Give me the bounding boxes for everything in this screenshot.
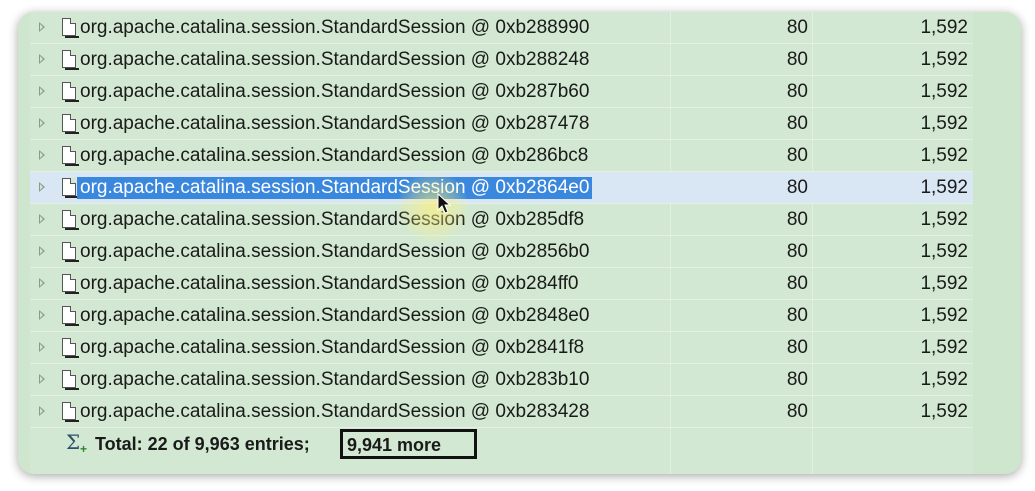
expand-triangle-icon[interactable]: [39, 118, 45, 128]
object-document-icon: [62, 146, 79, 166]
object-table: org.apache.catalina.session.StandardSess…: [30, 12, 973, 474]
object-document-icon: [62, 370, 79, 390]
mouse-pointer-icon: [437, 193, 451, 214]
expand-triangle-icon[interactable]: [39, 150, 45, 160]
total-label: Total: 22 of 9,963 entries;: [95, 434, 310, 454]
shallow-heap-value: 80: [786, 273, 808, 294]
retained-heap-value: 1,592: [920, 49, 968, 70]
object-document-icon: [62, 50, 79, 70]
table-row[interactable]: org.apache.catalina.session.StandardSess…: [30, 12, 973, 44]
object-document-icon: [62, 82, 79, 102]
shallow-heap-value: 80: [786, 209, 808, 230]
object-document-icon: [62, 18, 79, 38]
expand-triangle-icon[interactable]: [39, 86, 45, 96]
shallow-heap-value: 80: [786, 49, 808, 70]
object-name: org.apache.catalina.session.StandardSess…: [77, 177, 593, 199]
object-name: org.apache.catalina.session.StandardSess…: [80, 209, 585, 230]
object-name: org.apache.catalina.session.StandardSess…: [80, 337, 585, 358]
sigma-sum-icon: Σ: [66, 430, 81, 454]
shallow-heap-value: 80: [786, 145, 808, 166]
expand-triangle-icon[interactable]: [39, 310, 45, 320]
expand-triangle-icon[interactable]: [39, 214, 45, 224]
retained-heap-value: 1,592: [920, 337, 968, 358]
object-name: org.apache.catalina.session.StandardSess…: [80, 305, 590, 326]
table-row[interactable]: org.apache.catalina.session.StandardSess…: [30, 172, 973, 204]
retained-heap-value: 1,592: [920, 17, 968, 38]
retained-heap-value: 1,592: [920, 145, 968, 166]
expand-triangle-icon[interactable]: [39, 278, 45, 288]
retained-heap-value: 1,592: [920, 177, 968, 198]
table-row[interactable]: org.apache.catalina.session.StandardSess…: [30, 300, 973, 332]
shallow-heap-value: 80: [786, 113, 808, 134]
table-row[interactable]: org.apache.catalina.session.StandardSess…: [30, 140, 973, 172]
object-document-icon: [62, 274, 79, 294]
shallow-heap-value: 80: [786, 401, 808, 422]
expand-triangle-icon[interactable]: [39, 22, 45, 32]
plus-icon: +: [80, 442, 88, 456]
table-row[interactable]: org.apache.catalina.session.StandardSess…: [30, 108, 973, 140]
object-document-icon: [62, 338, 79, 358]
object-table-window: org.apache.catalina.session.StandardSess…: [18, 12, 1021, 474]
table-row[interactable]: org.apache.catalina.session.StandardSess…: [30, 76, 973, 108]
retained-heap-value: 1,592: [920, 273, 968, 294]
object-document-icon: [62, 306, 79, 326]
more-entries-label: 9,941 more: [347, 435, 442, 455]
more-entries-link[interactable]: 9,941 more: [340, 429, 477, 459]
object-name: org.apache.catalina.session.StandardSess…: [80, 17, 590, 38]
retained-heap-value: 1,592: [920, 305, 968, 326]
object-name: org.apache.catalina.session.StandardSess…: [80, 273, 579, 294]
shallow-heap-value: 80: [786, 17, 808, 38]
object-document-icon: [62, 114, 79, 134]
table-row[interactable]: org.apache.catalina.session.StandardSess…: [30, 236, 973, 268]
expand-triangle-icon[interactable]: [39, 406, 45, 416]
shallow-heap-value: 80: [786, 337, 808, 358]
retained-heap-value: 1,592: [920, 401, 968, 422]
expand-triangle-icon[interactable]: [39, 342, 45, 352]
total-row: Σ + Total: 22 of 9,963 entries; 9,941 mo…: [30, 428, 973, 462]
object-name: org.apache.catalina.session.StandardSess…: [80, 401, 590, 422]
retained-heap-value: 1,592: [920, 113, 968, 134]
retained-heap-value: 1,592: [920, 369, 968, 390]
object-name: org.apache.catalina.session.StandardSess…: [80, 369, 590, 390]
retained-heap-value: 1,592: [920, 209, 968, 230]
object-document-icon: [62, 210, 79, 230]
object-name: org.apache.catalina.session.StandardSess…: [80, 145, 589, 166]
retained-heap-value: 1,592: [920, 241, 968, 262]
object-name: org.apache.catalina.session.StandardSess…: [80, 241, 590, 262]
table-row[interactable]: org.apache.catalina.session.StandardSess…: [30, 332, 973, 364]
shallow-heap-value: 80: [786, 81, 808, 102]
object-document-icon: [62, 178, 79, 198]
expand-triangle-icon[interactable]: [39, 182, 45, 192]
object-document-icon: [62, 242, 79, 262]
shallow-heap-value: 80: [786, 305, 808, 326]
shallow-heap-value: 80: [786, 241, 808, 262]
expand-triangle-icon[interactable]: [39, 54, 45, 64]
object-name: org.apache.catalina.session.StandardSess…: [80, 81, 590, 102]
table-row[interactable]: org.apache.catalina.session.StandardSess…: [30, 204, 973, 236]
expand-triangle-icon[interactable]: [39, 246, 45, 256]
object-document-icon: [62, 402, 79, 422]
expand-triangle-icon[interactable]: [39, 374, 45, 384]
object-name: org.apache.catalina.session.StandardSess…: [80, 49, 590, 70]
shallow-heap-value: 80: [786, 369, 808, 390]
shallow-heap-value: 80: [786, 177, 808, 198]
table-row[interactable]: org.apache.catalina.session.StandardSess…: [30, 268, 973, 300]
object-name: org.apache.catalina.session.StandardSess…: [80, 113, 590, 134]
retained-heap-value: 1,592: [920, 81, 968, 102]
table-row[interactable]: org.apache.catalina.session.StandardSess…: [30, 364, 973, 396]
table-row[interactable]: org.apache.catalina.session.StandardSess…: [30, 396, 973, 428]
table-row[interactable]: org.apache.catalina.session.StandardSess…: [30, 44, 973, 76]
